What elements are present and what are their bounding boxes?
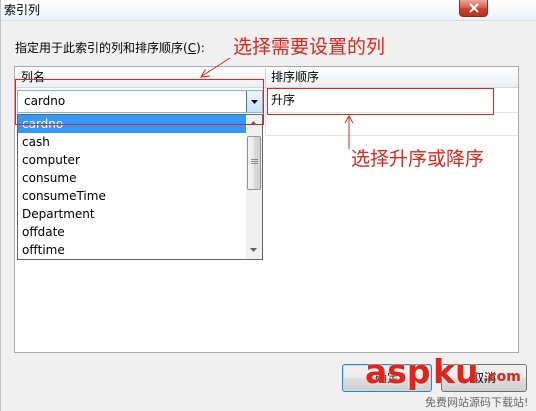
dropdown-item[interactable]: computer <box>18 151 246 169</box>
watermark-slogan: 免费网站源码下载站! <box>425 396 529 409</box>
sort-order-value: 升序 <box>271 93 296 107</box>
scroll-down-shape <box>250 248 257 252</box>
ok-button[interactable]: 确定 <box>342 364 432 392</box>
dropdown-item[interactable]: consume <box>18 169 246 187</box>
ok-button-label: 确定 <box>374 371 399 385</box>
column-divider <box>265 88 266 136</box>
scroll-thumb[interactable] <box>247 136 261 190</box>
scroll-grip-icon <box>251 159 258 164</box>
empty-row-cell[interactable] <box>266 113 518 136</box>
column-header-sort-order: 排序顺序 <box>266 68 518 88</box>
scroll-up-shape <box>250 121 257 125</box>
dropdown-item[interactable]: consumeTime <box>18 187 246 205</box>
scroll-down-icon <box>250 248 257 252</box>
combobox-dropdown-button[interactable] <box>246 91 262 112</box>
close-button[interactable] <box>459 0 488 17</box>
column-header-name: 列名 <box>15 68 266 88</box>
close-icon-cross <box>469 3 479 13</box>
column-name-combobox[interactable]: cardno <box>17 90 263 113</box>
title-bar: 索引列 <box>1 0 536 21</box>
scroll-up-button[interactable] <box>246 115 262 132</box>
dropdown-item[interactable]: cash <box>18 133 246 151</box>
annotation-select-column: 选择需要设置的列 <box>233 36 386 58</box>
chevron-down-icon <box>251 100 258 104</box>
dropdown-scrollbar[interactable] <box>246 115 262 259</box>
scroll-grip-lines <box>251 159 258 164</box>
column-header-sort-order-label: 排序顺序 <box>271 70 320 84</box>
column-header-name-label: 列名 <box>21 70 46 84</box>
dropdown-item[interactable]: Department <box>18 205 246 223</box>
dropdown-item[interactable]: offdate <box>18 223 246 241</box>
dialog-window: 索引列 指定用于此索引的列和排序顺序(C): 列名 排序顺序 升序 cardno… <box>0 0 536 411</box>
instruction-text: 指定用于此索引的列和排序顺序( <box>15 41 188 55</box>
column-dropdown-list[interactable]: cardno cash computer consume consumeTime… <box>17 114 263 260</box>
cancel-button-label: 取消 <box>471 371 496 385</box>
sort-order-cell[interactable]: 升序 <box>266 88 518 113</box>
window-title: 索引列 <box>4 3 41 17</box>
close-icon <box>469 3 479 13</box>
chevron-down-shape <box>251 100 258 104</box>
instruction-suffix: ): <box>196 41 205 55</box>
dropdown-item[interactable]: offtime <box>18 241 246 259</box>
instruction-label: 指定用于此索引的列和排序顺序(C): <box>15 41 205 55</box>
cancel-button[interactable]: 取消 <box>441 364 527 392</box>
scroll-down-button[interactable] <box>246 242 262 259</box>
dropdown-item[interactable]: cardno <box>18 115 246 133</box>
scroll-up-icon <box>250 121 257 125</box>
instruction-accelerator-key: C <box>187 41 197 55</box>
column-name-value: cardno <box>24 94 66 108</box>
annotation-select-order: 选择升序或降序 <box>351 148 485 170</box>
